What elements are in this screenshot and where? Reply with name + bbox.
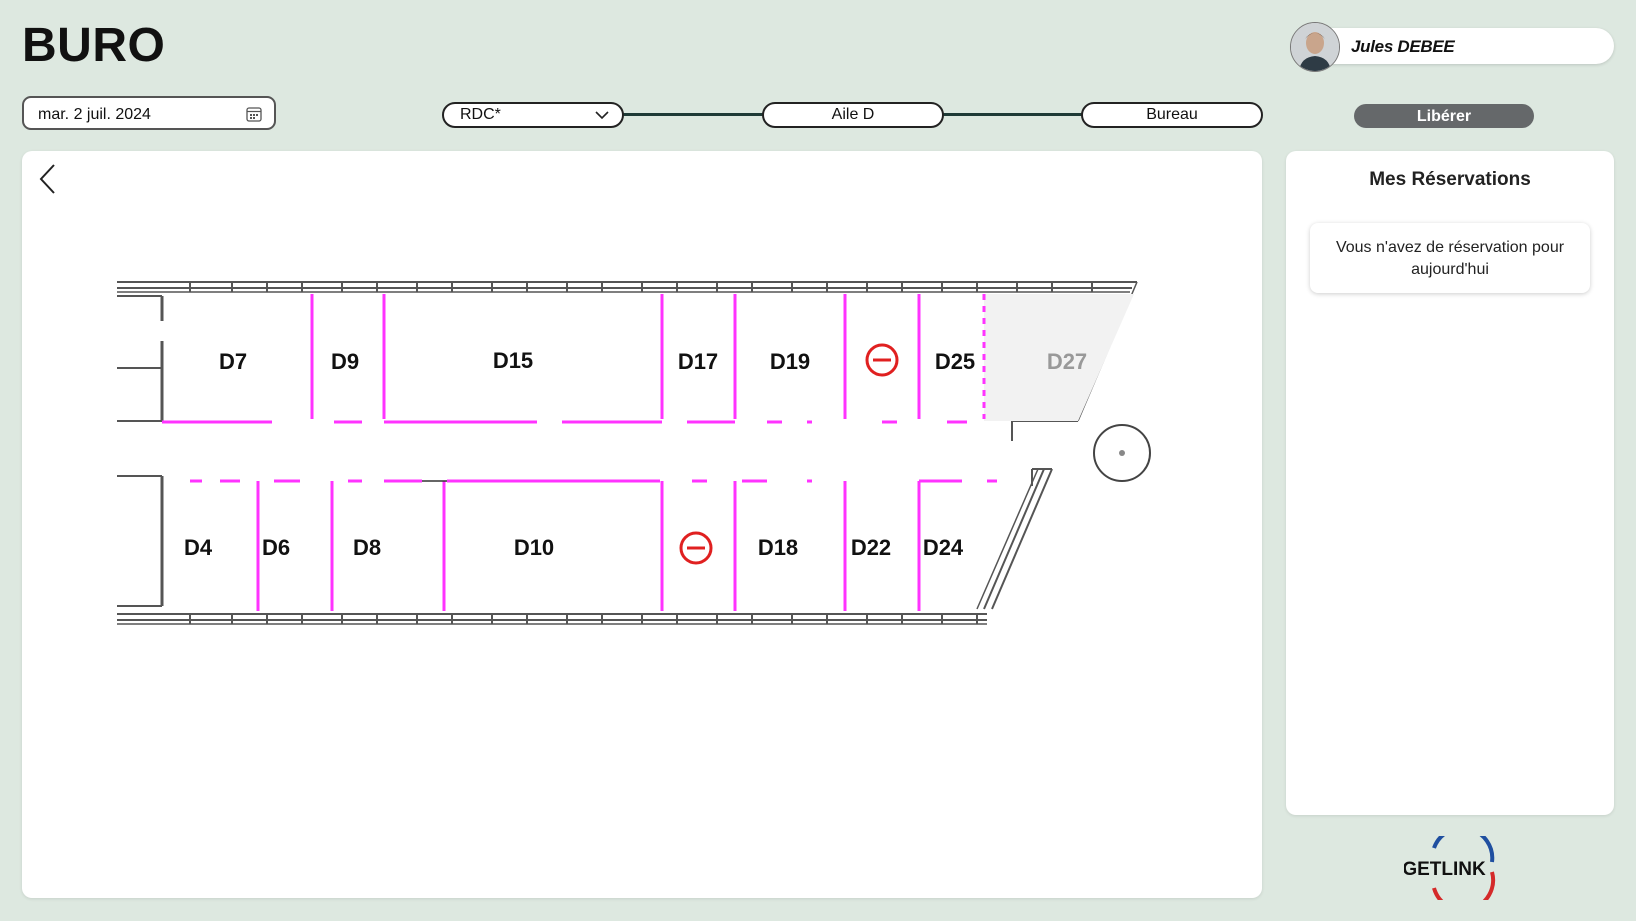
column-icon [1093,424,1151,482]
reservations-panel: Mes Réservations Vous n'avez de réservat… [1286,151,1614,815]
floor-plan: D7 D9 D15 D17 D19 D25 D27 D4 D6 D8 D10 D… [117,281,1151,625]
room-type-selector[interactable]: Bureau [1081,102,1263,128]
user-profile[interactable]: Jules DEBEE [1290,22,1614,72]
floor-dropdown[interactable]: RDC* [442,102,624,128]
desk-d17[interactable]: D17 [678,349,718,374]
desk-d4[interactable]: D4 [184,535,213,560]
reservations-title: Mes Réservations [1369,169,1531,190]
desk-d9[interactable]: D9 [331,349,359,374]
desk-d7[interactable]: D7 [219,349,247,374]
desk-d27: D27 [1047,349,1087,374]
release-button[interactable]: Libérer [1354,104,1534,128]
desk-d22[interactable]: D22 [851,535,891,560]
no-entry-icon [679,531,713,565]
desk-d8[interactable]: D8 [353,535,381,560]
logo-text: GETLINK [1404,859,1486,880]
avatar[interactable] [1290,22,1340,72]
date-value: mar. 2 juil. 2024 [38,106,151,123]
date-picker[interactable]: mar. 2 juil. 2024 [22,96,276,130]
desk-d24[interactable]: D24 [923,535,964,560]
getlink-logo: GETLINK [1404,836,1496,900]
floor-value: RDC* [460,106,501,123]
desk-d18[interactable]: D18 [758,535,798,560]
app-title: BURO [22,19,166,72]
chevron-down-icon [595,111,609,120]
empty-reservations-message: Vous n'avez de réservation pour aujourd'… [1310,223,1590,293]
calendar-icon[interactable] [246,106,262,122]
desk-d25[interactable]: D25 [935,349,975,374]
desk-d6[interactable]: D6 [262,535,290,560]
user-name: Jules DEBEE [1351,37,1455,56]
desk-d10[interactable]: D10 [514,535,554,560]
wing-selector[interactable]: Aile D [762,102,944,128]
no-entry-icon [865,343,899,377]
floor-plan-panel: D7 D9 D15 D17 D19 D25 D27 D4 D6 D8 D10 D… [22,151,1262,898]
desk-d19[interactable]: D19 [770,349,810,374]
desk-d15[interactable]: D15 [493,348,533,373]
breadcrumb-connector [622,113,764,116]
breadcrumb-connector [942,113,1083,116]
